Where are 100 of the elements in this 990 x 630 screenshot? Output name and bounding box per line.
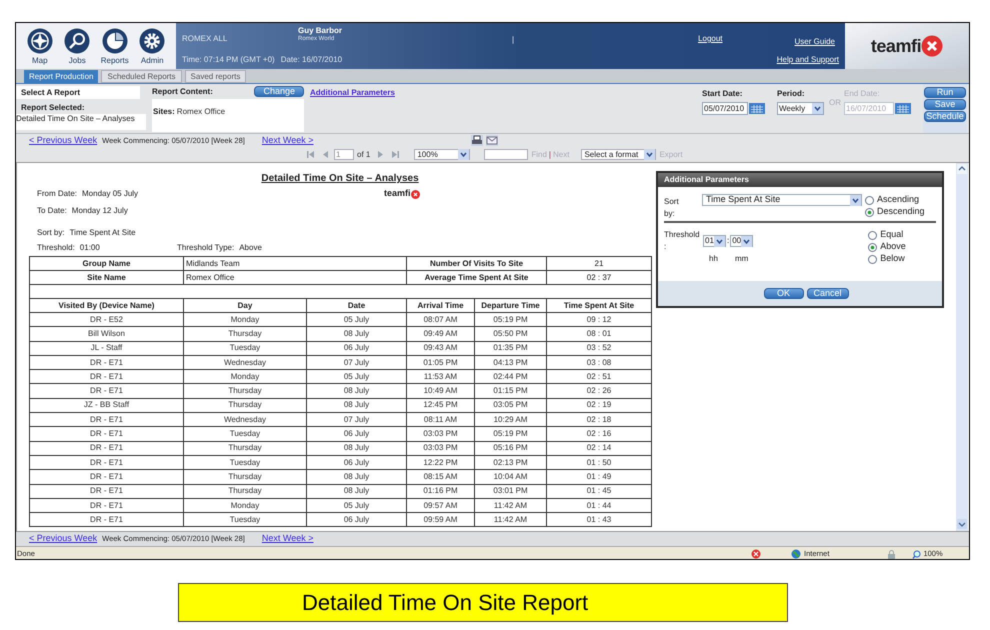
radio-button[interactable]: [868, 230, 878, 240]
table-cell: JL - Staff: [30, 341, 184, 356]
pie-chart-icon: [102, 28, 128, 54]
action-button[interactable]: Schedule: [924, 111, 966, 122]
additional-parameters-link[interactable]: Additional Parameters: [310, 88, 395, 97]
logo-text: teamfi: [870, 34, 922, 58]
table-cell: Thursday: [184, 470, 306, 484]
start-date-field[interactable]: 05/07/2010: [702, 102, 748, 115]
table-cell: Tuesday: [184, 426, 306, 442]
radio-label: Descending: [877, 205, 925, 218]
table-cell: 02 : 14: [546, 441, 652, 456]
tab[interactable]: Saved reports: [184, 70, 246, 83]
table-cell: Monday: [184, 312, 306, 327]
sort-select[interactable]: Time Spent At Site: [702, 194, 862, 206]
table-cell: Thursday: [184, 484, 306, 498]
logout-link[interactable]: Logout: [698, 33, 723, 45]
radio-button[interactable]: [865, 196, 874, 204]
radio-button[interactable]: [868, 254, 878, 264]
table-cell: 12:22 PM: [406, 455, 474, 470]
table-cell: 08:07 AM: [406, 312, 474, 327]
table-cell: Group Name: [30, 256, 184, 270]
x-mark-icon: [921, 35, 944, 57]
user-guide-link[interactable]: User Guide: [794, 36, 835, 48]
nav-button[interactable]: Reports: [99, 23, 130, 69]
report-title: Detailed Time On Site – Analyses: [261, 172, 419, 185]
caret-icon: [741, 236, 752, 246]
printer-icon: [471, 135, 484, 146]
table-cell: 03:05 PM: [474, 398, 546, 413]
table-cell: 03 : 08: [546, 355, 652, 370]
time-text: Time: 07:14 PM (GMT +0): [182, 54, 275, 66]
to-date-value: Monday 12 July: [72, 205, 128, 217]
from-date-value: Monday 05 July: [82, 188, 138, 200]
separator: |: [548, 148, 551, 160]
radio-button[interactable]: [865, 208, 874, 216]
table-cell: DR - E71: [30, 512, 184, 527]
minutes-select[interactable]: 00: [730, 235, 754, 247]
action-button[interactable]: Run: [924, 87, 966, 98]
nav-button[interactable]: Jobs: [62, 23, 93, 69]
caret-icon: [812, 103, 823, 114]
table-cell: DR - E71: [30, 498, 184, 513]
table-cell: 08 : 01: [546, 326, 652, 342]
table-cell: 09:49 AM: [406, 326, 474, 342]
table-cell: DR - E52: [30, 312, 184, 327]
table-cell: 11:53 AM: [406, 370, 474, 384]
change-button[interactable]: Change: [254, 86, 304, 97]
previous-week-link[interactable]: < Previous Week: [29, 532, 98, 546]
dialog-title: Additional Parameters: [658, 173, 942, 187]
table-cell: Tuesday: [184, 341, 306, 356]
table-cell: 05:19 PM: [474, 312, 546, 327]
format-select[interactable]: Select a format: [581, 149, 656, 160]
tab[interactable]: Report Production: [24, 70, 98, 83]
next-week-link[interactable]: Next Week >: [262, 532, 314, 546]
period-select[interactable]: Weekly: [777, 102, 824, 115]
field-label: Threshold:: [37, 242, 75, 254]
help-link[interactable]: Help and Support: [776, 54, 839, 66]
table-cell: Midlands Team: [184, 256, 406, 270]
zoom-select[interactable]: 100%: [414, 149, 470, 160]
separator: |: [512, 34, 514, 46]
previous-page-icon[interactable]: [321, 150, 330, 159]
table-cell: Thursday: [184, 441, 306, 456]
field-label: Report Selected:: [20, 102, 86, 114]
last-page-icon[interactable]: [391, 150, 400, 159]
page-field[interactable]: 1: [334, 149, 354, 160]
next-page-icon[interactable]: [376, 150, 386, 159]
cancel-button[interactable]: Cancel: [806, 288, 848, 299]
nav-button[interactable]: Map: [24, 23, 56, 69]
table-cell: DR - E71: [30, 370, 184, 384]
action-button[interactable]: Save: [924, 99, 966, 110]
nav-button[interactable]: Admin: [136, 23, 168, 69]
first-page-icon[interactable]: [306, 150, 315, 159]
field-label: Threshold Type:: [177, 242, 234, 254]
column-header: Date: [306, 298, 406, 312]
scrollbar[interactable]: [956, 163, 968, 531]
table-cell: 21: [546, 256, 652, 270]
select-report-link[interactable]: Select A Report: [16, 86, 140, 99]
column-header: Day: [184, 298, 306, 312]
table-cell: 02 : 26: [546, 384, 652, 398]
table-cell: Romex Office: [184, 270, 406, 284]
tab[interactable]: Scheduled Reports: [101, 70, 182, 83]
magnifier-icon: [64, 28, 90, 54]
lock-icon: [887, 550, 896, 558]
table-cell: 01 : 49: [546, 470, 652, 484]
table-cell: 02:13 PM: [474, 455, 546, 470]
table-cell: 01 : 43: [546, 512, 652, 527]
table-cell: 02 : 16: [546, 426, 652, 442]
caret-icon: [850, 194, 861, 206]
table-cell: Tuesday: [184, 512, 306, 527]
x-mark-icon: [410, 190, 420, 198]
next-week-link[interactable]: Next Week >: [262, 134, 314, 148]
unit-label: mm: [735, 253, 748, 265]
find-field[interactable]: [484, 149, 528, 160]
field-label: Report Content:: [152, 86, 213, 98]
field-label: To Date:: [37, 205, 67, 217]
ok-button[interactable]: OK: [764, 288, 804, 299]
account-name: ROMEX ALL: [182, 33, 228, 45]
hours-select[interactable]: 01: [703, 235, 726, 247]
field-label: End Date:: [844, 88, 881, 100]
previous-week-link[interactable]: < Previous Week: [29, 134, 98, 148]
radio-button[interactable]: [868, 242, 878, 252]
table-cell: 11:42 AM: [474, 498, 546, 513]
